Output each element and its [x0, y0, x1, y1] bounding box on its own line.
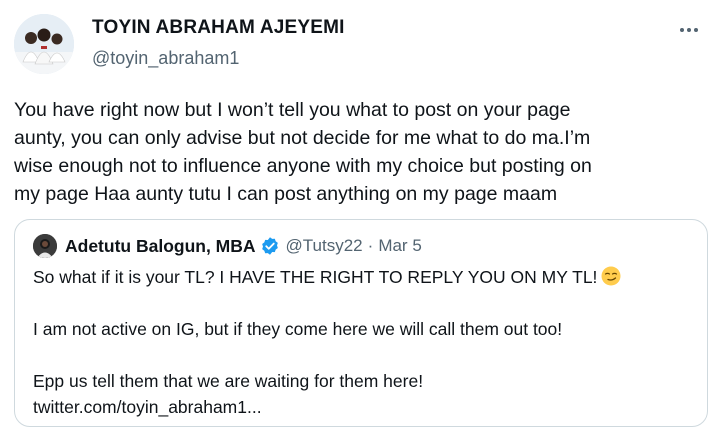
- author-handle[interactable]: @toyin_abraham1: [92, 46, 345, 70]
- quoted-line: I am not active on IG, but if they come …: [33, 319, 563, 339]
- quoted-avatar-photo: [33, 234, 57, 258]
- quoted-tweet-header: Adetutu Balogun, MBA @Tutsy22 · Mar 5: [33, 233, 422, 259]
- author-display-name[interactable]: TOYIN ABRAHAM AJEYEMI: [92, 16, 345, 40]
- quoted-line-text: So what if it is your TL? I HAVE THE RIG…: [33, 267, 598, 287]
- quoted-author-name[interactable]: Adetutu Balogun, MBA: [65, 236, 256, 257]
- author-avatar[interactable]: [14, 14, 74, 74]
- more-options-button[interactable]: [674, 20, 704, 40]
- smirking-face-emoji-icon: [601, 266, 621, 286]
- quoted-author-handle[interactable]: @Tutsy22: [286, 236, 363, 256]
- quoted-author-avatar[interactable]: [33, 234, 57, 258]
- quoted-date[interactable]: Mar 5: [378, 236, 421, 256]
- author-block: TOYIN ABRAHAM AJEYEMI @toyin_abraham1: [92, 16, 345, 70]
- quoted-tweet-text: So what if it is your TL? I HAVE THE RIG…: [33, 264, 693, 420]
- quoted-separator: ·: [367, 236, 374, 255]
- quoted-line: So what if it is your TL? I HAVE THE RIG…: [33, 264, 693, 290]
- quoted-line: Epp us tell them that we are waiting for…: [33, 371, 424, 391]
- quoted-tweet[interactable]: Adetutu Balogun, MBA @Tutsy22 · Mar 5 So…: [14, 219, 708, 427]
- verified-badge-icon: [261, 237, 278, 255]
- more-icon: [680, 28, 684, 32]
- more-icon-dot: [687, 28, 691, 32]
- quoted-link[interactable]: twitter.com/toyin_abraham1...: [33, 394, 693, 420]
- avatar-photo: [14, 14, 74, 74]
- more-icon-dot: [694, 28, 698, 32]
- tweet-text: You have right now but I won’t tell you …: [14, 99, 592, 205]
- tweet: TOYIN ABRAHAM AJEYEMI @toyin_abraham1 Yo…: [0, 0, 720, 434]
